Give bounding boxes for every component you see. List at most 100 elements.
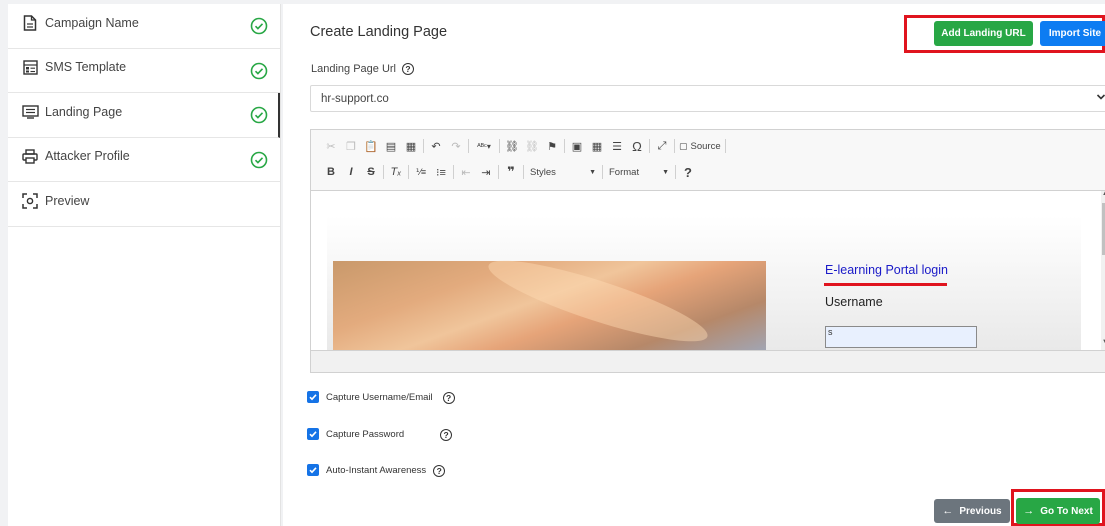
paste-icon[interactable]: 📋 [361,136,381,156]
toolbar-separator [724,139,726,153]
bold-icon[interactable]: B [321,162,341,182]
help-icon[interactable]: ? [440,429,453,441]
username-label: Username [825,295,883,309]
undo-icon[interactable]: ↶ [426,136,446,156]
toolbar-separator [523,165,524,179]
paste-text-icon[interactable]: ▤ [381,136,401,156]
indent-icon[interactable]: ⇥ [476,162,496,182]
highlight-underline [824,283,947,286]
sidebar-item-attacker-profile[interactable]: Attacker Profile [8,138,280,182]
check-circle-icon [250,106,268,124]
arrow-right-icon: → [1023,505,1035,517]
toolbar-separator [498,165,499,179]
go-to-next-label: Go To Next [1040,505,1093,517]
editor-status-bar [311,350,1105,372]
scroll-up-icon[interactable]: ▲ [1101,191,1105,197]
page-title: Create Landing Page [310,24,448,40]
check-circle-icon [250,17,268,35]
outdent-icon[interactable]: ⇤ [456,162,476,182]
sidebar-item-label: Preview [45,193,90,208]
document-icon [21,14,39,32]
check-circle-icon [250,62,268,80]
cut-icon[interactable]: ✂ [321,136,341,156]
help-icon[interactable]: ? [433,465,446,477]
import-site-button[interactable]: Import Site [1040,21,1105,46]
username-input[interactable]: s [825,326,977,348]
toolbar-separator [649,139,650,153]
toolbar-separator [423,139,424,153]
horizontal-line-icon[interactable]: ☰ [607,136,627,156]
check-circle-icon [250,151,268,169]
main-panel: Create Landing Page Add Landing URL Impo… [283,4,1105,526]
remove-format-icon[interactable]: Tₓ [386,162,406,182]
bulleted-list-icon[interactable]: ⁝≡ [431,162,451,182]
previous-button[interactable]: ← Previous [934,499,1010,523]
unlink-icon[interactable]: ⛓ [522,136,542,156]
sidebar-item-label: Campaign Name [45,15,139,30]
checkbox-checked[interactable] [307,391,319,403]
help-icon[interactable]: ? [442,392,455,404]
sidebar-item-landing-page[interactable]: Landing Page [8,93,280,138]
anchor-flag-icon[interactable]: ⚑ [542,136,562,156]
sidebar-item-preview[interactable]: Preview [8,182,280,227]
copy-icon[interactable]: ❐ [341,136,361,156]
toolbar-separator [602,165,603,179]
wizard-sidebar: Campaign Name SMS Template Landing Page … [8,4,281,526]
help-icon[interactable]: ? [678,162,698,182]
add-landing-url-button[interactable]: Add Landing URL [934,21,1033,46]
maximize-icon[interactable]: ⤢ [652,136,672,156]
toolbar-separator [674,139,675,153]
toolbar-separator [564,139,565,153]
help-icon[interactable]: ? [402,63,415,75]
source-icon: ▢ [679,140,688,151]
source-label: Source [690,140,721,152]
paste-word-icon[interactable]: ▦ [401,136,421,156]
numbered-list-icon[interactable]: ⅟≡ [411,162,431,182]
checkbox-checked[interactable] [307,428,319,440]
redo-icon[interactable]: ↷ [446,136,466,156]
toolbar-separator [468,139,469,153]
landing-page-url-select[interactable]: hr-support.co [310,85,1105,112]
image-icon[interactable]: ▣ [567,136,587,156]
format-dropdown-label: Format [609,166,640,178]
login-title: E-learning Portal login [825,263,948,277]
capture-username-label: Capture Username/Email [326,391,433,403]
sidebar-item-label: Attacker Profile [45,149,130,164]
strikethrough-icon[interactable]: S [361,162,381,182]
auto-instant-awareness-label: Auto-Instant Awareness [326,464,427,476]
previous-label: Previous [959,505,1002,517]
editor-content-area[interactable]: E-learning Portal login Username s ▲ ▼ [311,190,1105,350]
landing-page-preview: E-learning Portal login Username s [327,216,1081,350]
auto-instant-awareness-option[interactable]: Auto-Instant Awareness ? [307,463,446,477]
table-icon[interactable]: ▦ [587,136,607,156]
checkbox-checked[interactable] [307,464,319,476]
scroll-down-icon[interactable]: ▼ [1101,339,1105,345]
sidebar-item-campaign-name[interactable]: Campaign Name [8,4,280,49]
hero-image [333,261,766,350]
editor-scrollbar[interactable]: ▲ ▼ [1101,191,1105,350]
toolbar-separator [383,165,384,179]
landing-page-url-value: hr-support.co [321,92,389,105]
capture-password-label: Capture Password [326,428,405,440]
capture-password-option[interactable]: Capture Password ? [307,427,453,441]
chevron-down-icon [1096,92,1105,105]
spellcheck-icon[interactable]: ᴬᴮᶜ▾ [471,136,497,156]
scan-icon [21,192,39,210]
italic-icon[interactable]: I [341,162,361,182]
link-icon[interactable]: ⛓ [502,136,522,156]
blockquote-icon[interactable]: ❞ [501,162,521,182]
toolbar-separator [408,165,409,179]
sidebar-item-label: SMS Template [45,60,127,75]
sidebar-item-sms-template[interactable]: SMS Template [8,49,280,93]
special-char-icon[interactable]: Ω [627,136,647,156]
rich-text-editor: ✂ ❐ 📋 ▤ ▦ ↶ ↷ ᴬᴮᶜ▾ ⛓ ⛓ ⚑ ▣ ▦ ☰ Ω ⤢ ▢ Sou… [310,129,1105,373]
source-button[interactable]: ▢ Source [677,141,723,152]
go-to-next-button[interactable]: → Go To Next [1016,498,1100,524]
printer-icon [21,147,39,165]
styles-dropdown[interactable]: Styles ▼ [526,163,600,181]
landing-page-url-label-text: Landing Page Url [311,63,397,75]
landing-page-url-label: Landing Page Url ? [311,63,415,75]
capture-username-option[interactable]: Capture Username/Email ? [307,390,455,404]
landing-page-icon [21,103,39,121]
format-dropdown[interactable]: Format ▼ [605,163,673,181]
